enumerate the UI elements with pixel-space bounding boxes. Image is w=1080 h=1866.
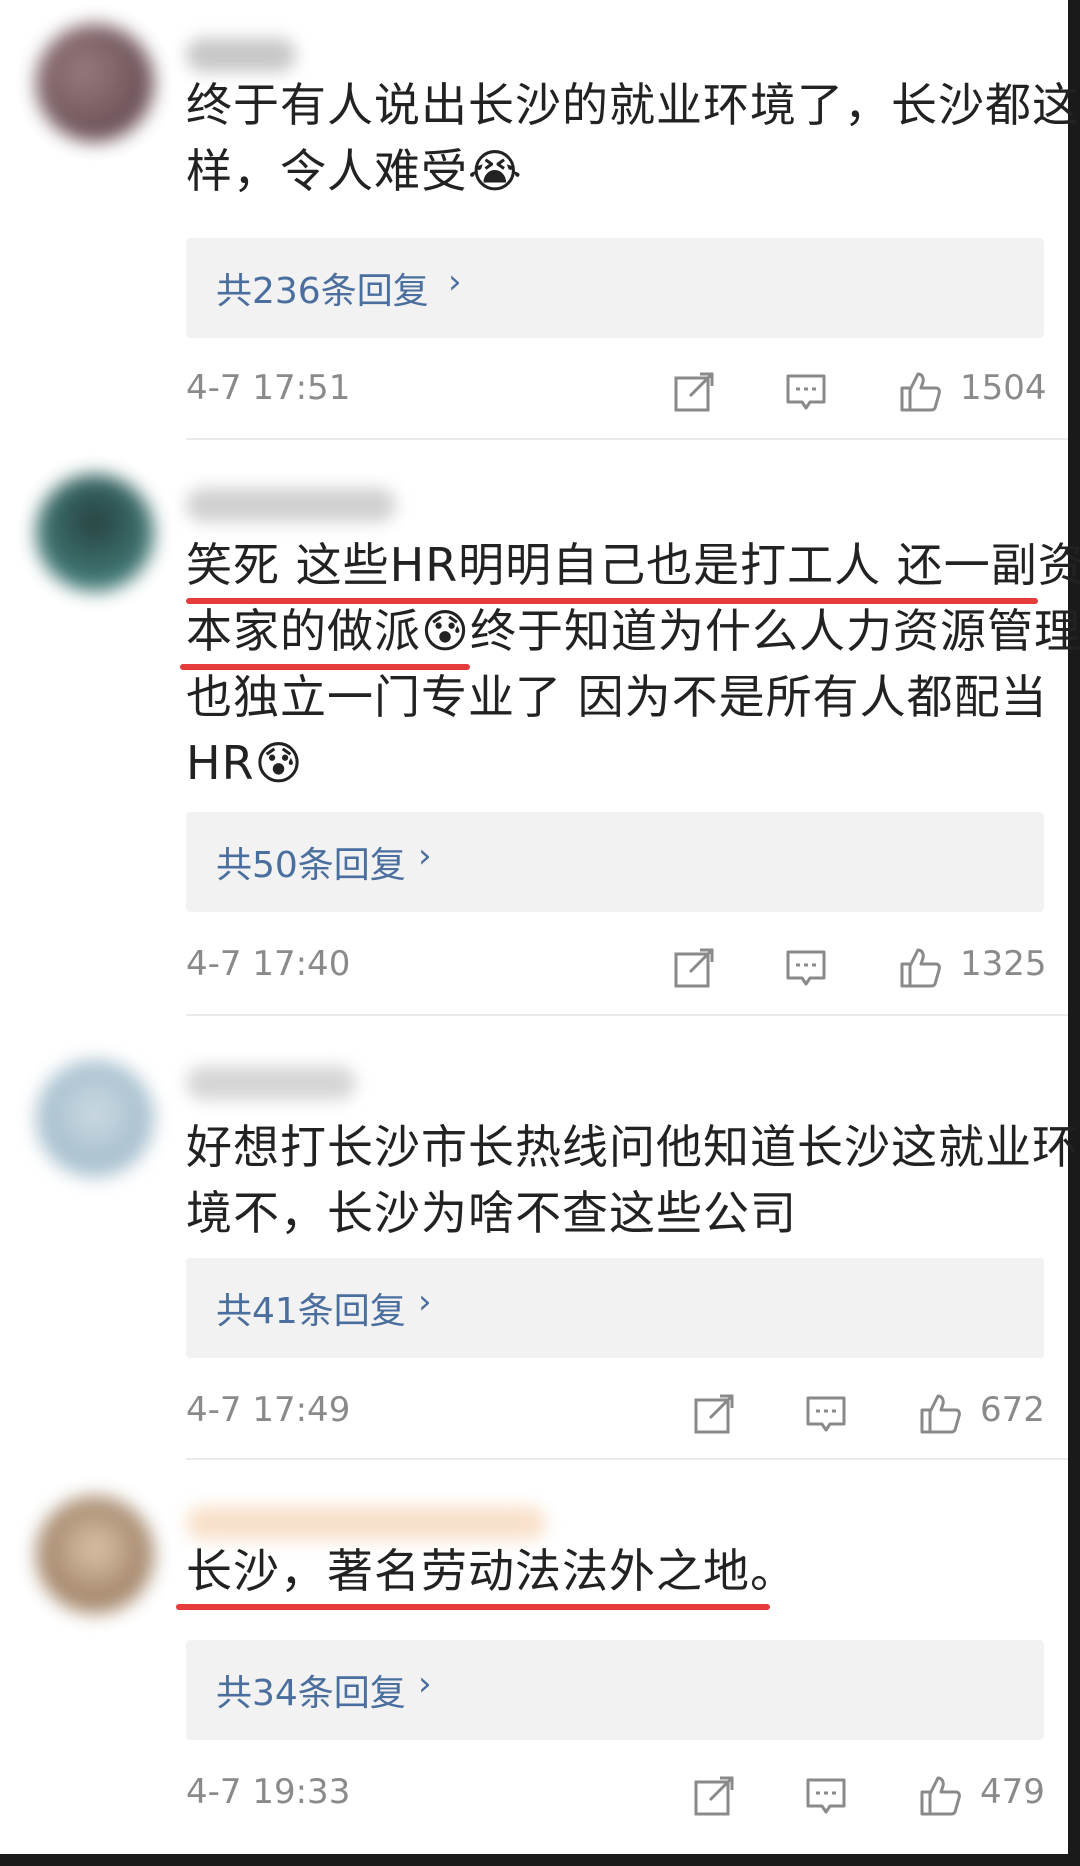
comment-line: 长沙，著名劳动法法外之地。	[186, 1544, 797, 1598]
comment-feed: 终于有人说出长沙的就业环境了，长沙都这 样，令人难受😭 共236条回复 › 4-…	[0, 0, 1080, 1866]
replies-box[interactable]: 共41条回复 ›	[186, 1258, 1044, 1358]
comment-line: HR😰	[186, 736, 304, 790]
comment-meta: 4-7 19:33 479	[186, 1772, 1045, 1822]
like-icon[interactable]	[896, 368, 944, 416]
chevron-right-icon: ›	[418, 836, 432, 876]
comment-icon[interactable]	[802, 1390, 850, 1438]
avatar[interactable]	[36, 474, 154, 592]
replies-link[interactable]: 共34条回复	[216, 1664, 406, 1716]
avatar[interactable]	[36, 24, 154, 142]
comment-line: 境不，长沙为啥不查这些公司	[186, 1186, 797, 1240]
comment-meta: 4-7 17:49 672	[186, 1390, 1045, 1440]
chevron-right-icon: ›	[418, 1282, 432, 1322]
share-icon[interactable]	[690, 1390, 738, 1438]
avatar[interactable]	[36, 1496, 154, 1614]
highlight-underline	[186, 598, 1038, 604]
highlight-underline	[180, 664, 470, 670]
comment-text: 长沙，著名劳动法法外之地。	[186, 1538, 1056, 1604]
timestamp: 4-7 19:33	[186, 1772, 351, 1812]
timestamp: 4-7 17:51	[186, 368, 351, 408]
comment-icon[interactable]	[802, 1772, 850, 1820]
username-blurred[interactable]	[186, 1506, 546, 1540]
replies-box[interactable]: 共34条回复 ›	[186, 1640, 1044, 1740]
like-icon[interactable]	[916, 1772, 964, 1820]
like-icon[interactable]	[916, 1390, 964, 1438]
comment-text: 终于有人说出长沙的就业环境了，长沙都这 样，令人难受😭	[186, 72, 1079, 204]
comment-meta: 4-7 17:40 1325	[186, 944, 1047, 994]
like-count: 479	[980, 1772, 1045, 1812]
comment-line: 样，令人难受😭	[186, 144, 523, 198]
divider	[186, 1014, 1068, 1016]
like-count: 672	[980, 1390, 1045, 1430]
share-icon[interactable]	[690, 1772, 738, 1820]
divider	[186, 1458, 1068, 1460]
replies-box[interactable]: 共236条回复 ›	[186, 238, 1044, 338]
chevron-right-icon: ›	[448, 262, 462, 302]
chevron-right-icon: ›	[418, 1664, 432, 1704]
comment-text: 好想打长沙市长热线问他知道长沙这就业环 境不，长沙为啥不查这些公司	[186, 1114, 1079, 1246]
highlight-underline	[176, 1604, 770, 1610]
share-icon[interactable]	[670, 944, 718, 992]
like-icon[interactable]	[896, 944, 944, 992]
replies-link[interactable]: 共41条回复	[216, 1282, 406, 1334]
comment-line: 也独立一门专业了 因为不是所有人都配当	[186, 670, 1048, 724]
comment-line: 好想打长沙市长热线问他知道长沙这就业环	[186, 1120, 1079, 1174]
avatar[interactable]	[36, 1060, 154, 1178]
replies-box[interactable]: 共50条回复 ›	[186, 812, 1044, 912]
timestamp: 4-7 17:40	[186, 944, 351, 984]
like-count: 1504	[960, 368, 1047, 408]
comment-line: 笑死 这些HR明明自己也是打工人 还一副资	[186, 538, 1080, 592]
share-icon[interactable]	[670, 368, 718, 416]
comment-line: 终于有人说出长沙的就业环境了，长沙都这	[186, 78, 1079, 132]
username-blurred[interactable]	[186, 1066, 356, 1100]
replies-link[interactable]: 共236条回复	[216, 262, 429, 314]
comment-icon[interactable]	[782, 368, 830, 416]
username-blurred[interactable]	[186, 38, 296, 72]
comment-line: 本家的做派😰终于知道为什么人力资源管理	[186, 604, 1080, 658]
comment-icon[interactable]	[782, 944, 830, 992]
replies-link[interactable]: 共50条回复	[216, 836, 406, 888]
like-count: 1325	[960, 944, 1047, 984]
timestamp: 4-7 17:49	[186, 1390, 351, 1430]
divider	[186, 438, 1068, 440]
comment-meta: 4-7 17:51 1504	[186, 368, 1047, 418]
username-blurred[interactable]	[186, 488, 396, 522]
